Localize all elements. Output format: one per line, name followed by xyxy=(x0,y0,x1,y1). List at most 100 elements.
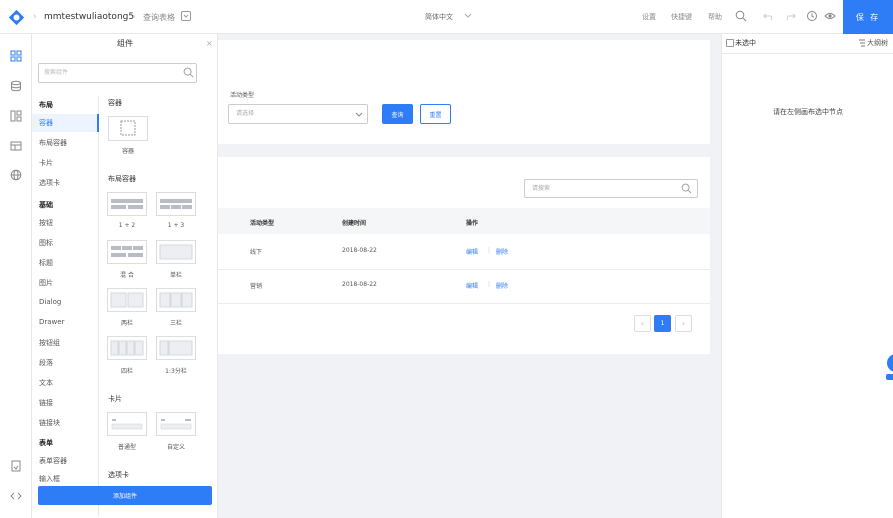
preview-eye-icon[interactable] xyxy=(824,10,836,22)
design-canvas[interactable]: 活动类型 请选择 查询 重置 请搜索 活动类型 创建时间 操作 线下 2018-… xyxy=(218,34,721,518)
section-heading: 卡片 xyxy=(108,395,122,403)
category-item[interactable]: 标题 xyxy=(39,258,53,268)
select-placeholder: 请选择 xyxy=(236,110,255,117)
category-item[interactable]: 按钮组 xyxy=(39,338,60,348)
history-icon[interactable] xyxy=(806,10,818,22)
cell-activity-type: 营销 xyxy=(250,283,263,290)
tile-label: 四栏 xyxy=(120,368,133,375)
pager-next-button[interactable]: › xyxy=(675,315,692,332)
outline-tree-icon[interactable] xyxy=(858,39,866,47)
delete-link[interactable]: 删除 xyxy=(496,247,508,256)
layout-1-3-split-tile[interactable] xyxy=(156,336,196,360)
cell-created-time: 2018-08-22 xyxy=(342,281,377,288)
tile-label: 三栏 xyxy=(169,320,182,327)
layout-mixed-tile[interactable] xyxy=(107,240,147,264)
cell-created-time: 2018-08-22 xyxy=(342,247,377,254)
search-icon[interactable] xyxy=(735,10,747,22)
component-search-input[interactable]: 搜索组件 xyxy=(38,63,197,83)
left-icon-rail xyxy=(0,34,32,518)
table-icon[interactable] xyxy=(10,140,22,152)
cell-activity-type: 线下 xyxy=(250,249,263,256)
category-item[interactable]: 链接块 xyxy=(39,418,60,428)
row-divider xyxy=(218,269,710,270)
breadcrumb-app-name[interactable]: mmtestwuliaotong5 xyxy=(44,12,134,22)
activity-type-select[interactable]: 请选择 xyxy=(228,104,368,124)
category-item[interactable]: 选项卡 xyxy=(39,178,60,188)
search-placeholder: 请搜索 xyxy=(532,185,551,192)
category-item[interactable]: 段落 xyxy=(39,358,53,368)
chevron-down-icon[interactable] xyxy=(464,13,472,19)
category-item[interactable]: Drawer xyxy=(39,318,64,326)
category-item[interactable]: 文本 xyxy=(39,378,53,388)
pager-current-page[interactable]: 1 xyxy=(654,315,671,332)
settings-link[interactable]: 设置 xyxy=(642,12,656,22)
layout-single-tile[interactable] xyxy=(156,240,196,264)
tile-label: 容器 xyxy=(121,148,134,155)
filter-card: 活动类型 请选择 查询 重置 xyxy=(218,40,710,144)
activity-type-label: 活动类型 xyxy=(230,92,255,99)
grid-icon[interactable] xyxy=(10,50,22,62)
section-heading: 布局容器 xyxy=(108,175,136,183)
column-header: 创建时间 xyxy=(342,220,367,227)
unselected-checkbox[interactable] xyxy=(726,39,734,47)
query-button[interactable]: 查询 xyxy=(382,104,413,124)
database-icon[interactable] xyxy=(10,80,22,92)
document-icon[interactable] xyxy=(10,460,22,472)
category-item[interactable]: 按钮 xyxy=(39,218,53,228)
category-item[interactable]: 布局容器 xyxy=(39,138,67,148)
components-icon[interactable] xyxy=(10,110,22,122)
floating-helper-icon[interactable] xyxy=(886,352,893,380)
delete-link[interactable]: 删除 xyxy=(496,281,508,290)
section-heading: 容器 xyxy=(108,99,122,107)
layout-1-3-tile[interactable] xyxy=(156,192,196,216)
category-item[interactable]: 图片 xyxy=(39,278,53,288)
empty-selection-hint: 请在左侧画布选中节点 xyxy=(773,108,843,116)
shortcuts-link[interactable]: 快捷键 xyxy=(671,12,692,22)
category-item[interactable]: 输入框 xyxy=(39,474,60,484)
category-heading: 布局 xyxy=(39,101,53,109)
close-icon[interactable]: × xyxy=(206,39,213,48)
layout-four-column-tile[interactable] xyxy=(107,336,147,360)
tile-label: 1:3分栏 xyxy=(165,368,187,375)
panel-divider xyxy=(722,53,893,54)
app-logo-icon[interactable] xyxy=(8,9,25,26)
section-heading: 选项卡 xyxy=(108,471,129,479)
column-header: 操作 xyxy=(466,220,479,227)
globe-icon[interactable] xyxy=(10,169,22,181)
reset-button[interactable]: 重置 xyxy=(420,104,451,124)
category-item[interactable]: 图标 xyxy=(39,238,53,248)
category-item[interactable]: 表单容器 xyxy=(39,456,67,466)
add-component-button[interactable]: 添加组件 xyxy=(38,486,212,505)
redo-icon[interactable] xyxy=(784,10,796,22)
category-list: 布局 容器 布局容器 卡片 选项卡 基础 按钮 图标 标题 图片 Dialog … xyxy=(32,96,99,516)
edit-link[interactable]: 编辑 xyxy=(466,247,478,256)
code-icon[interactable] xyxy=(10,490,22,502)
card-preview-icon xyxy=(160,419,192,430)
save-button[interactable]: 保 存 xyxy=(843,0,893,34)
layout-preview-icon xyxy=(110,340,144,356)
undo-icon[interactable] xyxy=(763,10,775,22)
search-icon[interactable] xyxy=(183,67,194,78)
table-search-input[interactable]: 请搜索 xyxy=(524,179,698,198)
help-link[interactable]: 帮助 xyxy=(708,12,722,22)
top-toolbar: › mmtestwuliaotong5 › 查询表格 简体中文 设置 快捷键 帮… xyxy=(0,0,893,34)
layout-preview-icon xyxy=(110,292,144,308)
card-normal-tile[interactable] xyxy=(107,412,147,436)
page-switch-icon[interactable] xyxy=(181,11,191,21)
pager-prev-button[interactable]: ‹ xyxy=(634,315,651,332)
category-item-container[interactable]: 容器 xyxy=(39,118,53,128)
outline-tree-label[interactable]: 大纲树 xyxy=(867,38,888,48)
layout-three-column-tile[interactable] xyxy=(156,288,196,312)
layout-two-column-tile[interactable] xyxy=(107,288,147,312)
language-selector[interactable]: 简体中文 xyxy=(425,12,453,22)
breadcrumb-page-name[interactable]: 查询表格 xyxy=(143,12,175,23)
edit-link[interactable]: 编辑 xyxy=(466,281,478,290)
category-item[interactable]: Dialog xyxy=(39,298,61,306)
search-icon xyxy=(681,183,692,194)
category-item[interactable]: 链接 xyxy=(39,398,53,408)
tile-label: 混 合 xyxy=(120,272,134,279)
container-tile[interactable] xyxy=(108,116,148,141)
category-item[interactable]: 卡片 xyxy=(39,158,53,168)
layout-1-2-tile[interactable] xyxy=(107,192,147,216)
card-custom-tile[interactable] xyxy=(156,412,196,436)
